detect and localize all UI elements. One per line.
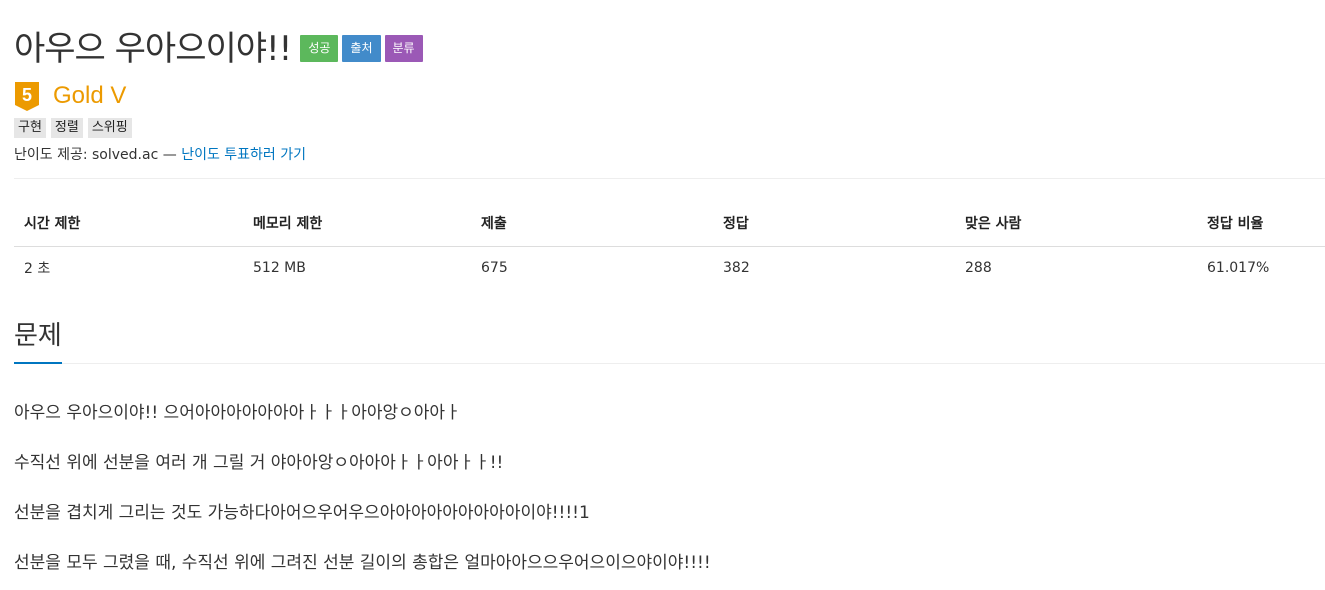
stats-table: 시간 제한 메모리 제한 제출 정답 맞은 사람 정답 비율 2 초 512 M…: [14, 199, 1325, 289]
header-ratio: 정답 비율: [1197, 199, 1325, 247]
tag-item[interactable]: 정렬: [50, 118, 83, 138]
value-time-limit: 2 초: [24, 261, 51, 277]
value-accepted: 382: [723, 260, 750, 276]
description-paragraph: 수직선 위에 선분을 여러 개 그릴 거 야아아앙ㅇ아아아ㅏㅏ아아ㅏㅏ!!: [14, 453, 504, 473]
section-title: 문제: [14, 315, 62, 364]
problem-page: 아우으 우아으이야!! 성공 출처 분류 5 Gold V 구현 정렬 스위핑 …: [0, 0, 1325, 576]
header-submissions: 제출: [471, 199, 713, 247]
value-memory-limit: 512 MB: [253, 260, 306, 276]
problem-labels: 성공 출처 분류: [300, 34, 423, 62]
tier-badge-icon: 5: [15, 81, 39, 111]
value-solvers: 288: [965, 260, 992, 276]
value-ratio: 61.017%: [1207, 260, 1270, 276]
section-header: 문제: [14, 315, 1325, 364]
tier-name[interactable]: Gold V: [53, 82, 126, 110]
label-source[interactable]: 출처: [342, 34, 381, 62]
difficulty-credit: 난이도 제공: solved.ac — 난이도 투표하러 가기: [14, 144, 1325, 164]
problem-description: 아우으 우아으이야!! 으어아아아아아아아ㅏㅏㅏ아아앙ㅇ아아ㅏ 수직선 위에 선…: [14, 400, 1325, 576]
divider: [14, 178, 1325, 179]
credit-text: 난이도 제공: solved.ac —: [14, 147, 182, 163]
tag-item[interactable]: 구현: [14, 118, 46, 138]
tag-list: 구현 정렬 스위핑: [14, 118, 1325, 138]
vote-link[interactable]: 난이도 투표하러 가기: [181, 147, 306, 163]
description-paragraph: 아우으 우아으이야!! 으어아아아아아아아ㅏㅏㅏ아아앙ㅇ아아ㅏ: [14, 403, 461, 423]
header-solvers: 맞은 사람: [955, 199, 1197, 247]
label-category[interactable]: 분류: [384, 34, 423, 62]
tier-badge-number: 5: [22, 85, 32, 105]
stats-header-row: 시간 제한 메모리 제한 제출 정답 맞은 사람 정답 비율: [14, 199, 1325, 247]
value-submissions: 675: [481, 260, 508, 276]
section-divider: [14, 363, 1325, 364]
stats-value-row: 2 초 512 MB 675 382 288 61.017%: [14, 247, 1325, 290]
problem-title: 아우으 우아으이야!!: [14, 28, 292, 69]
header-time-limit: 시간 제한: [14, 199, 243, 247]
header-accepted: 정답: [713, 199, 955, 247]
description-paragraph: 선분을 모두 그렸을 때, 수직선 위에 그려진 선분 길이의 총합은 얼마아아…: [14, 553, 711, 573]
title-row: 아우으 우아으이야!! 성공 출처 분류: [14, 0, 1325, 69]
label-success[interactable]: 성공: [300, 34, 339, 62]
description-paragraph: 선분을 겹치게 그리는 것도 가능하다아어으우어우으아아아아아아아아아이야!!!…: [14, 503, 590, 523]
tier-row: 5 Gold V: [14, 80, 1325, 112]
header-memory-limit: 메모리 제한: [243, 199, 471, 247]
tag-item[interactable]: 스위핑: [87, 118, 132, 138]
